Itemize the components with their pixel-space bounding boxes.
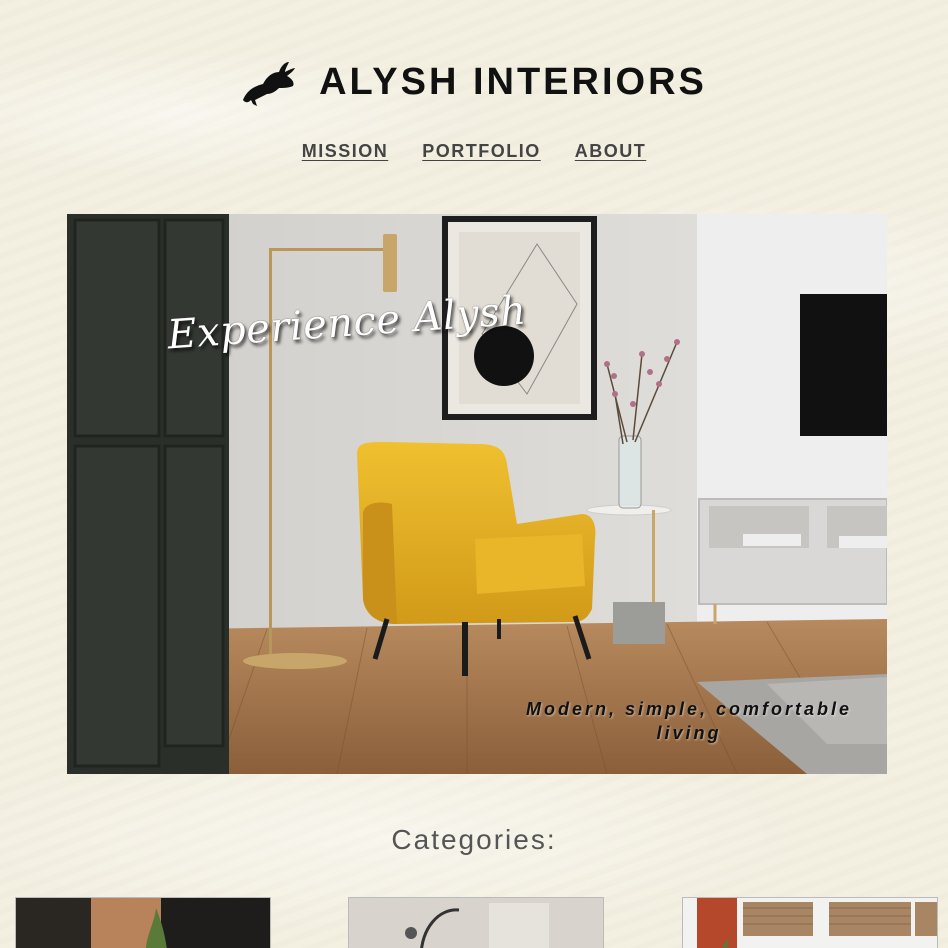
- hero-banner: Experience Alysh Modern, simple, comfort…: [67, 214, 887, 774]
- category-thumbnail-1[interactable]: [15, 897, 271, 948]
- nav-link-mission[interactable]: MISSION: [302, 141, 389, 162]
- nav-link-about[interactable]: ABOUT: [575, 141, 647, 162]
- nav-link-portfolio[interactable]: PORTFOLIO: [422, 141, 541, 162]
- hero-tagline: Modern, simple, comfortable living: [525, 699, 853, 743]
- category-image-1: [16, 898, 270, 948]
- category-image-3: [683, 898, 937, 948]
- main-nav: MISSION PORTFOLIO ABOUT: [0, 141, 948, 162]
- category-image-2: [349, 898, 603, 948]
- brand-name[interactable]: ALYSH INTERIORS: [319, 61, 707, 104]
- site-header: ALYSH INTERIORS: [0, 56, 948, 108]
- category-thumbnail-3[interactable]: [682, 897, 938, 948]
- category-thumbnail-2[interactable]: [348, 897, 604, 948]
- rabbit-icon[interactable]: [241, 60, 297, 108]
- categories-heading: Categories:: [391, 824, 557, 855]
